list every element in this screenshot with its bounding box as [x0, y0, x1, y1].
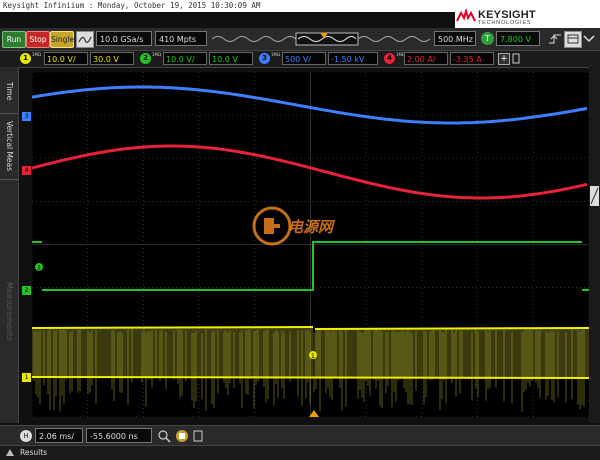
channel-1-ground-marker[interactable]: 1	[22, 373, 31, 382]
channel-3-impedance: 1MΩ	[271, 52, 281, 57]
watermark-logo: 电源网	[252, 206, 336, 246]
zoom-icon[interactable]	[589, 185, 600, 207]
watermark-text: 电源网	[288, 218, 336, 236]
channel-4-offset[interactable]: -3.35 A	[450, 52, 494, 65]
channel-1-trigger-label: 1	[311, 353, 315, 360]
channel-3-ground-marker[interactable]: 3	[22, 112, 31, 121]
bandwidth-field[interactable]: 500 MHz	[434, 31, 476, 46]
control-toolbar: Run Stop Single 10.0 GSa/s 410 Mpts 500 …	[0, 28, 600, 51]
side-panel: Time Meas Vertical Meas Measurements	[0, 67, 19, 423]
channel-1-high-level	[314, 327, 589, 330]
channel-2-ground-marker[interactable]: 2	[22, 286, 31, 295]
trigger-badge[interactable]: T	[481, 32, 494, 45]
brand-sub: TECHNOLOGIES	[478, 20, 532, 26]
tab-time-meas[interactable]: Time Meas	[1, 71, 17, 111]
autoscale-button[interactable]	[76, 31, 94, 48]
timebase-info-icon[interactable]	[192, 429, 206, 443]
acquisition-overview	[212, 32, 430, 46]
timebase-position-field[interactable]: -55.6000 ns	[86, 428, 152, 443]
channel-3-offset[interactable]: -1.50 kV	[328, 52, 378, 65]
channel-settings-row: 1 1MΩ 10.0 V/ 30.0 V 2 1MΩ 10.0 V/ 10.0 …	[0, 51, 600, 68]
single-button[interactable]: Single	[50, 31, 74, 48]
autoscale-icon	[78, 36, 92, 43]
results-panel-header[interactable]: Results	[0, 445, 600, 460]
channel-3-badge[interactable]: 3	[259, 53, 270, 64]
waveform-display[interactable]: 电源网 1 3	[32, 72, 589, 417]
window-layout-icon	[567, 34, 579, 44]
channel-2-scale[interactable]: 10.0 V/	[163, 52, 207, 65]
channel-2-offset[interactable]: 10.0 V	[209, 52, 253, 65]
run-button[interactable]: Run	[2, 31, 26, 48]
channel-2-badge[interactable]: 2	[140, 53, 151, 64]
channel-1-badge[interactable]: 1	[20, 53, 31, 64]
keysight-logo-icon	[456, 9, 476, 22]
channel-1-envelope	[32, 327, 313, 377]
channel-4-badge[interactable]: 4	[384, 53, 395, 64]
results-label: Results	[20, 448, 48, 457]
trigger-level-field[interactable]: 7.800 V	[496, 31, 540, 46]
channel-1-scale[interactable]: 10.0 V/	[44, 52, 88, 65]
channel-1-impedance: 1MΩ	[32, 52, 42, 57]
window-layout-button[interactable]	[564, 31, 582, 48]
trigger-edge-icon[interactable]	[548, 33, 562, 45]
tab-divider	[0, 179, 18, 180]
stop-button[interactable]: Stop	[26, 31, 50, 48]
tab-measurements[interactable]: Measurements	[1, 267, 17, 357]
timebase-scale-field[interactable]: 2.06 ms/	[35, 428, 83, 443]
channel-4-scale[interactable]: 2.00 A/	[404, 52, 448, 65]
tab-divider	[0, 113, 18, 114]
chevron-down-icon[interactable]	[583, 35, 595, 43]
channel-4-ground-marker[interactable]: 4	[22, 166, 31, 175]
channel-1-low-level	[32, 376, 589, 379]
horizontal-badge[interactable]: H	[20, 430, 32, 442]
memory-depth-field[interactable]: 410 Mpts	[155, 31, 207, 46]
tab-vertical-meas[interactable]: Vertical Meas	[1, 115, 17, 177]
channel-4-waveform	[32, 144, 588, 200]
channel-2-impedance: 1MΩ	[152, 52, 162, 57]
window-title: Keysight Infiniium : Monday, October 19,…	[3, 1, 261, 10]
expand-results-icon[interactable]	[6, 449, 14, 456]
channel-1-offset[interactable]: 30.0 V	[90, 52, 134, 65]
sample-rate-field[interactable]: 10.0 GSa/s	[96, 31, 152, 46]
channel-3-scale[interactable]: 500 V/	[282, 52, 326, 65]
add-channel-button[interactable]: +	[498, 53, 510, 65]
acquisition-mode-icon[interactable]	[175, 429, 189, 443]
channel-1-high-level	[32, 326, 314, 329]
zoom-horizontal-icon[interactable]	[157, 429, 171, 443]
timebase-bar: H 2.06 ms/ -55.6000 ns	[0, 425, 600, 446]
channel-3-trigger-label: 3	[37, 265, 41, 272]
right-scroll-area	[589, 67, 600, 423]
channel-3-waveform	[32, 85, 588, 125]
channel-info-icon[interactable]	[512, 53, 520, 64]
